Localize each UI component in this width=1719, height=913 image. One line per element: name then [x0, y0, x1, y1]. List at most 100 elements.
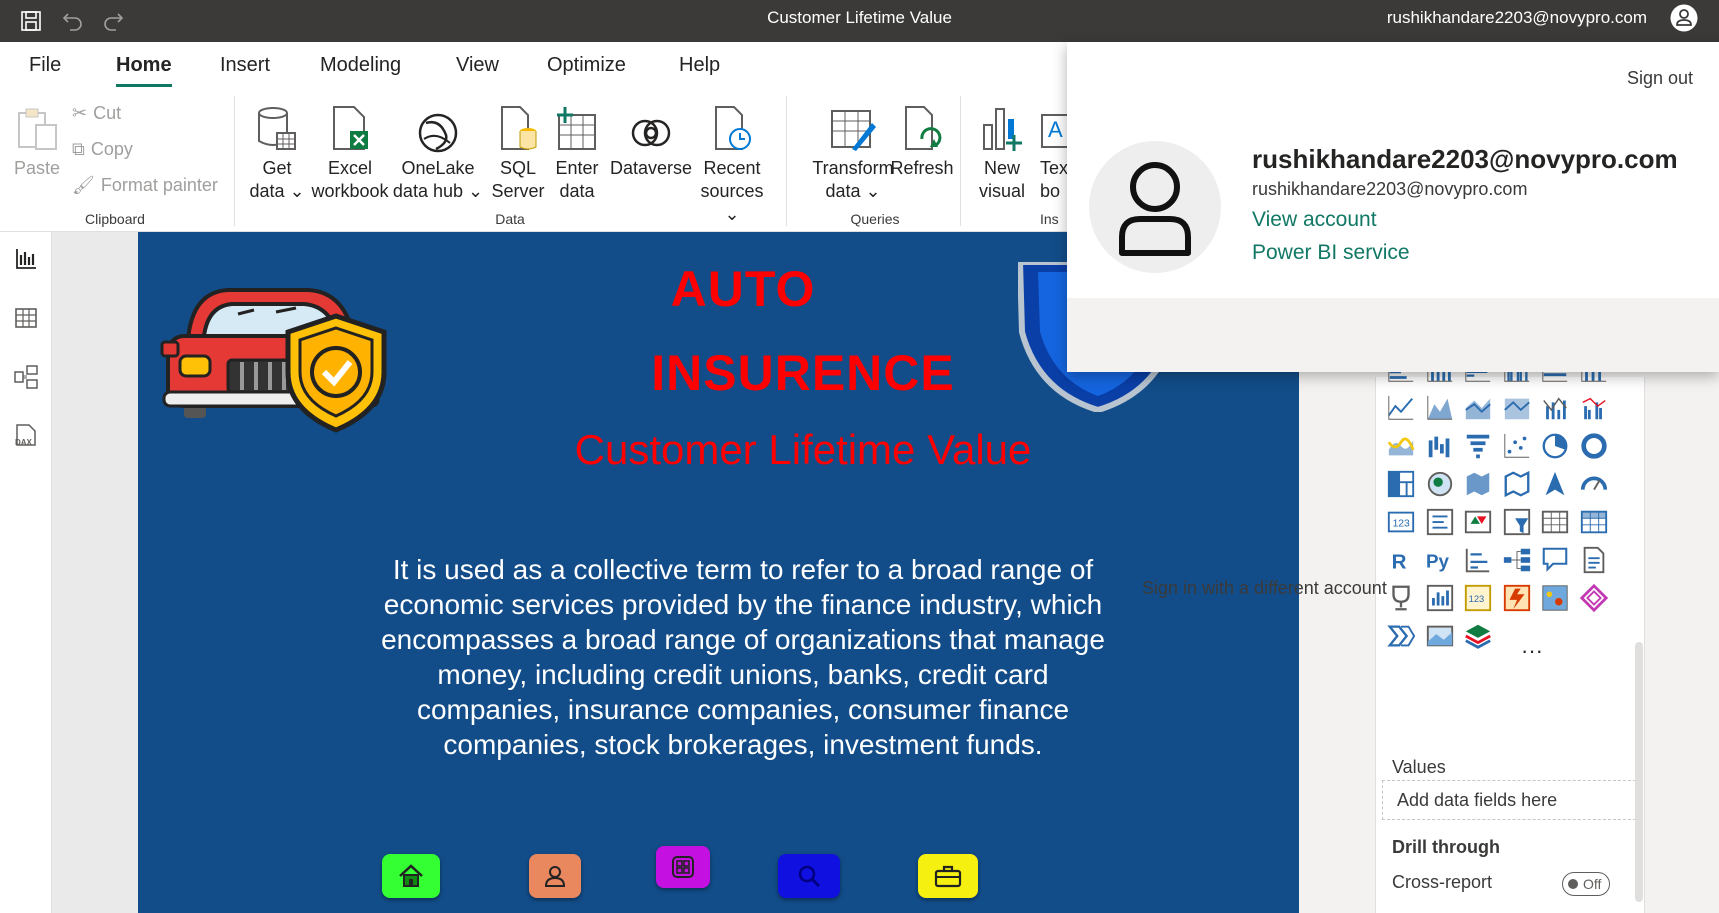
chevron-visual-icon[interactable]	[1386, 621, 1418, 653]
dax-query-view-icon[interactable]: DAX	[11, 421, 41, 451]
brush-icon: 🖌	[72, 175, 95, 195]
tab-view[interactable]: View	[456, 54, 499, 77]
sql-server-button[interactable]: SQL Server	[490, 103, 546, 203]
100-stacked-area-chart-icon[interactable]	[1502, 393, 1534, 425]
funnel-chart-icon[interactable]	[1463, 431, 1495, 463]
line-clustered-column-chart-icon[interactable]	[1579, 393, 1611, 425]
more-visuals-icon[interactable]: ···	[1516, 635, 1548, 667]
sign-out-link[interactable]: Sign out	[1627, 68, 1693, 89]
onelake-data-hub-button[interactable]: OneLake data hub ⌄	[392, 103, 484, 203]
key-influencers-icon[interactable]	[1463, 545, 1495, 577]
search-icon	[798, 865, 821, 888]
grid-icon	[672, 856, 694, 878]
paginated-report-icon[interactable]	[1425, 583, 1457, 615]
matrix-icon[interactable]	[1579, 507, 1611, 539]
new-visual-button[interactable]: New visual	[972, 103, 1032, 203]
paste-button[interactable]: Paste	[12, 103, 62, 180]
dataverse-button[interactable]: Dataverse	[606, 103, 696, 180]
stacked-area-chart-icon[interactable]	[1463, 393, 1495, 425]
ribbon-chart-icon[interactable]	[1386, 431, 1418, 463]
smart-narrative-icon[interactable]	[1579, 545, 1611, 577]
format-painter-button[interactable]: 🖌 Format painter	[72, 175, 218, 196]
view-account-link[interactable]: View account	[1252, 208, 1377, 232]
cross-report-toggle[interactable]: Off	[1562, 872, 1610, 896]
tab-modeling[interactable]: Modeling	[320, 54, 401, 77]
card-icon[interactable]: 123	[1386, 507, 1418, 539]
power-apps-icon[interactable]: 123	[1463, 583, 1495, 615]
user-avatar-icon[interactable]	[1669, 3, 1699, 33]
azure-map-icon[interactable]	[1540, 469, 1572, 501]
nav-dashboard-button[interactable]	[656, 846, 710, 888]
report-subtitle: Customer Lifetime Value	[574, 426, 1032, 473]
metrics-icon[interactable]	[1386, 583, 1418, 615]
svg-text:DAX: DAX	[15, 438, 33, 447]
recent-label-2: sources ⌄	[700, 181, 764, 224]
waterfall-chart-icon[interactable]	[1425, 431, 1457, 463]
table-view-icon[interactable]	[11, 303, 41, 333]
image-visual-icon[interactable]	[1425, 621, 1457, 653]
user-email[interactable]: rushikhandare2203@novypro.com	[1387, 0, 1647, 36]
shape-map-icon[interactable]	[1502, 469, 1534, 501]
scatter-chart-icon[interactable]	[1502, 431, 1534, 463]
svg-text:123: 123	[1393, 519, 1410, 530]
copy-button[interactable]: ⧉ Copy	[72, 139, 133, 160]
power-automate-icon[interactable]	[1502, 583, 1534, 615]
nav-search-button[interactable]	[778, 854, 840, 898]
account-footer: Sign in with a different account	[1067, 298, 1719, 598]
refresh-button[interactable]: Refresh	[884, 103, 960, 180]
map-icon[interactable]	[1425, 469, 1457, 501]
slicer-icon[interactable]	[1502, 507, 1534, 539]
donut-chart-icon[interactable]	[1579, 431, 1611, 463]
line-stacked-column-chart-icon[interactable]	[1540, 393, 1572, 425]
treemap-icon[interactable]	[1386, 469, 1418, 501]
onelake-icon	[392, 103, 484, 153]
pane-scrollbar[interactable]	[1635, 642, 1643, 902]
multi-row-card-icon[interactable]	[1425, 507, 1457, 539]
sql-server-icon	[490, 103, 546, 153]
drill-through-label: Drill through	[1392, 837, 1500, 857]
clipboard-group-label: Clipboard	[85, 211, 145, 227]
table-icon[interactable]	[1540, 507, 1572, 539]
undo-icon[interactable]	[58, 6, 88, 36]
excel-workbook-button[interactable]: Excel workbook	[310, 103, 390, 203]
tab-optimize[interactable]: Optimize	[547, 54, 626, 77]
line-chart-icon[interactable]	[1386, 393, 1418, 425]
tab-help[interactable]: Help	[679, 54, 720, 77]
power-apps-diamond-icon[interactable]	[1579, 583, 1611, 615]
tab-insert[interactable]: Insert	[220, 54, 270, 77]
tab-file[interactable]: File	[29, 54, 61, 77]
pie-chart-icon[interactable]	[1540, 431, 1572, 463]
gauge-icon[interactable]	[1579, 469, 1611, 501]
area-chart-icon[interactable]	[1425, 393, 1457, 425]
sign-in-different-account-link[interactable]: Sign in with a different account	[1142, 578, 1387, 599]
save-icon[interactable]	[16, 6, 46, 36]
python-visual-icon[interactable]: Py	[1425, 545, 1457, 577]
paste-icon	[12, 103, 62, 153]
report-view-icon[interactable]	[11, 244, 41, 274]
nav-home-button[interactable]	[382, 854, 440, 898]
svg-text:R: R	[1392, 550, 1407, 573]
nav-customer-button[interactable]	[529, 854, 581, 898]
model-view-icon[interactable]	[11, 362, 41, 392]
text-box-button[interactable]: A Tex bo	[1040, 103, 1070, 203]
sql-label-1: SQL	[499, 158, 537, 178]
filled-map-icon[interactable]	[1463, 469, 1495, 501]
dataverse-label: Dataverse	[609, 158, 693, 178]
arcgis-map-icon[interactable]	[1540, 583, 1572, 615]
kpi-icon[interactable]	[1463, 507, 1495, 539]
decomposition-tree-icon[interactable]	[1502, 545, 1534, 577]
qna-icon[interactable]	[1540, 545, 1572, 577]
r-script-visual-icon[interactable]: R	[1386, 545, 1418, 577]
tab-home[interactable]: Home	[116, 54, 172, 87]
add-data-fields-well[interactable]: Add data fields here	[1382, 780, 1636, 820]
recent-sources-button[interactable]: Recent sources ⌄	[692, 103, 772, 226]
redo-icon[interactable]	[98, 6, 128, 36]
dataverse-icon	[606, 103, 696, 153]
layered-visual-icon[interactable]	[1463, 621, 1495, 653]
get-data-button[interactable]: Get data ⌄	[248, 103, 306, 203]
enter-data-button[interactable]: Enter data	[550, 103, 604, 203]
refresh-label: Refresh	[890, 158, 954, 178]
cut-button[interactable]: ✂ Cut	[72, 103, 121, 124]
power-bi-service-link[interactable]: Power BI service	[1252, 241, 1410, 265]
nav-briefcase-button[interactable]	[918, 854, 978, 898]
